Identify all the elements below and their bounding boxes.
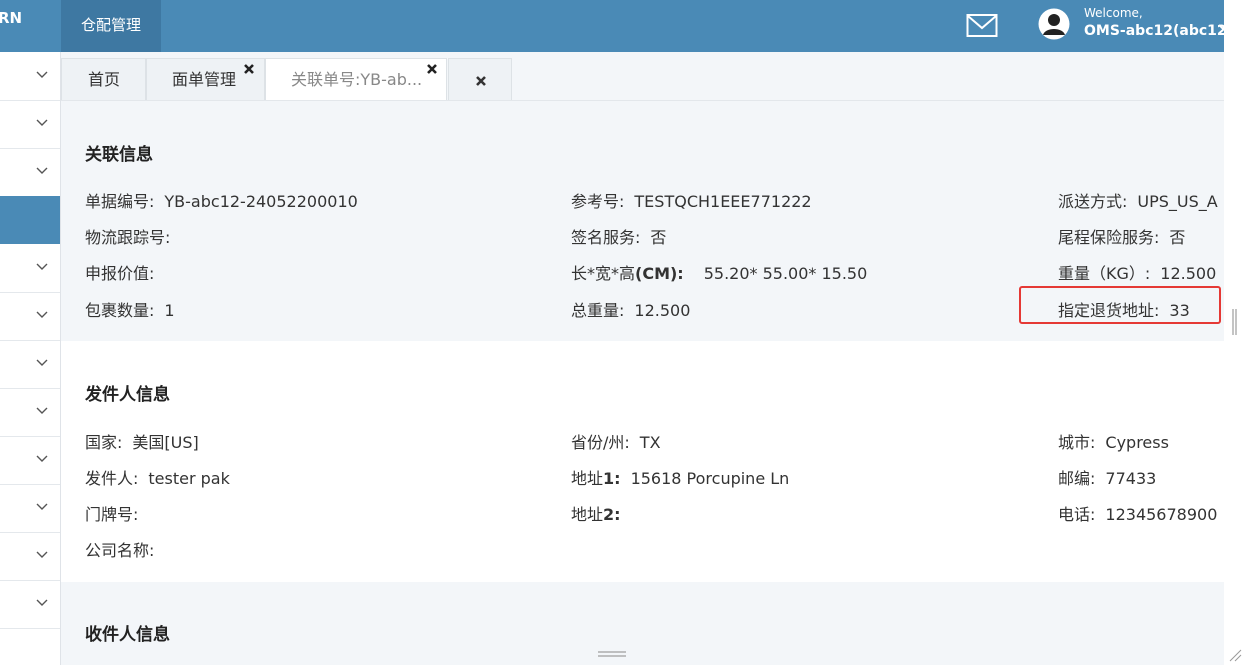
sidebar-item[interactable] bbox=[0, 484, 60, 533]
field-dimensions: 长*宽*高(CM): 55.20* 55.00* 15.50 bbox=[571, 264, 868, 283]
field-signature-service: 签名服务: 否 bbox=[571, 228, 667, 247]
field-zip: 邮编: 77433 bbox=[1058, 469, 1157, 488]
sidebar bbox=[0, 52, 61, 665]
chevron-down-icon bbox=[36, 455, 48, 462]
chevron-down-icon bbox=[36, 551, 48, 558]
chevron-down-icon bbox=[36, 71, 48, 78]
sidebar-item[interactable] bbox=[0, 52, 60, 101]
horizontal-resize-handle[interactable] bbox=[598, 650, 626, 658]
sidebar-item[interactable] bbox=[0, 532, 60, 581]
mail-icon[interactable] bbox=[966, 13, 998, 39]
field-country: 国家: 美国[US] bbox=[85, 433, 199, 452]
chevron-down-icon bbox=[36, 359, 48, 366]
chevron-down-icon bbox=[36, 119, 48, 126]
top-navbar: RN 仓配管理 Welcome, OMS-abc12(abc12) bbox=[0, 0, 1233, 52]
highlight-box bbox=[1019, 286, 1221, 324]
field-package-count: 包裹数量: 1 bbox=[85, 301, 175, 320]
sidebar-item[interactable] bbox=[0, 340, 60, 389]
sidebar-item[interactable] bbox=[0, 436, 60, 485]
tab-related-order[interactable]: 关联单号:YB-ab... bbox=[265, 58, 447, 100]
sidebar-item[interactable] bbox=[0, 388, 60, 437]
field-phone: 电话: 12345678900 bbox=[1058, 505, 1218, 524]
field-insurance-service: 尾程保险服务: 否 bbox=[1058, 228, 1186, 247]
field-door-number: 门牌号: bbox=[85, 505, 139, 524]
chevron-down-icon bbox=[36, 599, 48, 606]
tab-home[interactable]: 首页 bbox=[61, 58, 146, 100]
close-icon[interactable] bbox=[426, 63, 438, 75]
field-address-1: 地址1: 15618 Porcupine Ln bbox=[571, 469, 790, 488]
menu-warehouse-management[interactable]: 仓配管理 bbox=[61, 0, 161, 52]
receiver-info-section: 收件人信息 bbox=[61, 582, 1224, 665]
chevron-down-icon bbox=[36, 407, 48, 414]
brand-logo[interactable]: RN bbox=[0, 0, 60, 52]
field-company-name: 公司名称: bbox=[85, 541, 155, 560]
chevron-down-icon bbox=[36, 263, 48, 270]
detail-panel: 关联信息 单据编号: YB-abc12-24052200010 参考号: TESTQ… bbox=[61, 101, 1224, 665]
sidebar-item[interactable] bbox=[0, 580, 60, 629]
field-ship-method: 派送方式: UPS_US_A bbox=[1058, 192, 1218, 211]
chevron-down-icon bbox=[36, 311, 48, 318]
sidebar-item[interactable] bbox=[0, 148, 60, 197]
section-title: 发件人信息 bbox=[85, 385, 170, 405]
sidebar-item[interactable] bbox=[0, 292, 60, 341]
related-info-section: 关联信息 单据编号: YB-abc12-24052200010 参考号: TESTQ… bbox=[61, 101, 1224, 341]
resize-corner-icon[interactable] bbox=[1228, 648, 1242, 662]
close-icon[interactable] bbox=[243, 63, 255, 75]
tab-waybill-management[interactable]: 面单管理 bbox=[146, 58, 265, 100]
sidebar-item[interactable] bbox=[0, 100, 60, 149]
sender-info-section: 发件人信息 国家: 美国[US] 省份/州: TX 城市: Cypress 发件人: t… bbox=[61, 341, 1224, 582]
close-all-tabs-button[interactable] bbox=[448, 58, 512, 100]
section-title: 关联信息 bbox=[85, 145, 153, 165]
vertical-resize-handle[interactable] bbox=[1232, 309, 1238, 335]
field-sender-name: 发件人: tester pak bbox=[85, 469, 230, 488]
field-city: 城市: Cypress bbox=[1058, 433, 1169, 452]
welcome-text: Welcome, bbox=[1084, 6, 1143, 20]
section-title: 收件人信息 bbox=[85, 625, 170, 645]
chevron-down-icon bbox=[36, 503, 48, 510]
chevron-down-icon bbox=[36, 167, 48, 174]
user-avatar-icon[interactable] bbox=[1038, 8, 1070, 40]
tab-bar: 首页 面单管理 关联单号:YB-ab... bbox=[61, 52, 1224, 101]
field-province: 省份/州: TX bbox=[571, 433, 661, 452]
username-dropdown[interactable]: OMS-abc12(abc12) bbox=[1084, 23, 1233, 39]
field-address-2: 地址2: bbox=[571, 505, 621, 524]
field-weight: 重量（KG）: 12.500 bbox=[1058, 264, 1217, 283]
field-ref-no: 参考号: TESTQCH1EEE771222 bbox=[571, 192, 812, 211]
field-declared-value: 申报价值: bbox=[85, 264, 155, 283]
field-total-weight: 总重量: 12.500 bbox=[571, 301, 691, 320]
sidebar-item[interactable] bbox=[0, 244, 60, 293]
field-tracking-no: 物流跟踪号: bbox=[85, 228, 171, 247]
sidebar-item-active[interactable] bbox=[0, 196, 60, 244]
field-doc-no: 单据编号: YB-abc12-24052200010 bbox=[85, 192, 358, 211]
close-icon bbox=[476, 76, 486, 86]
